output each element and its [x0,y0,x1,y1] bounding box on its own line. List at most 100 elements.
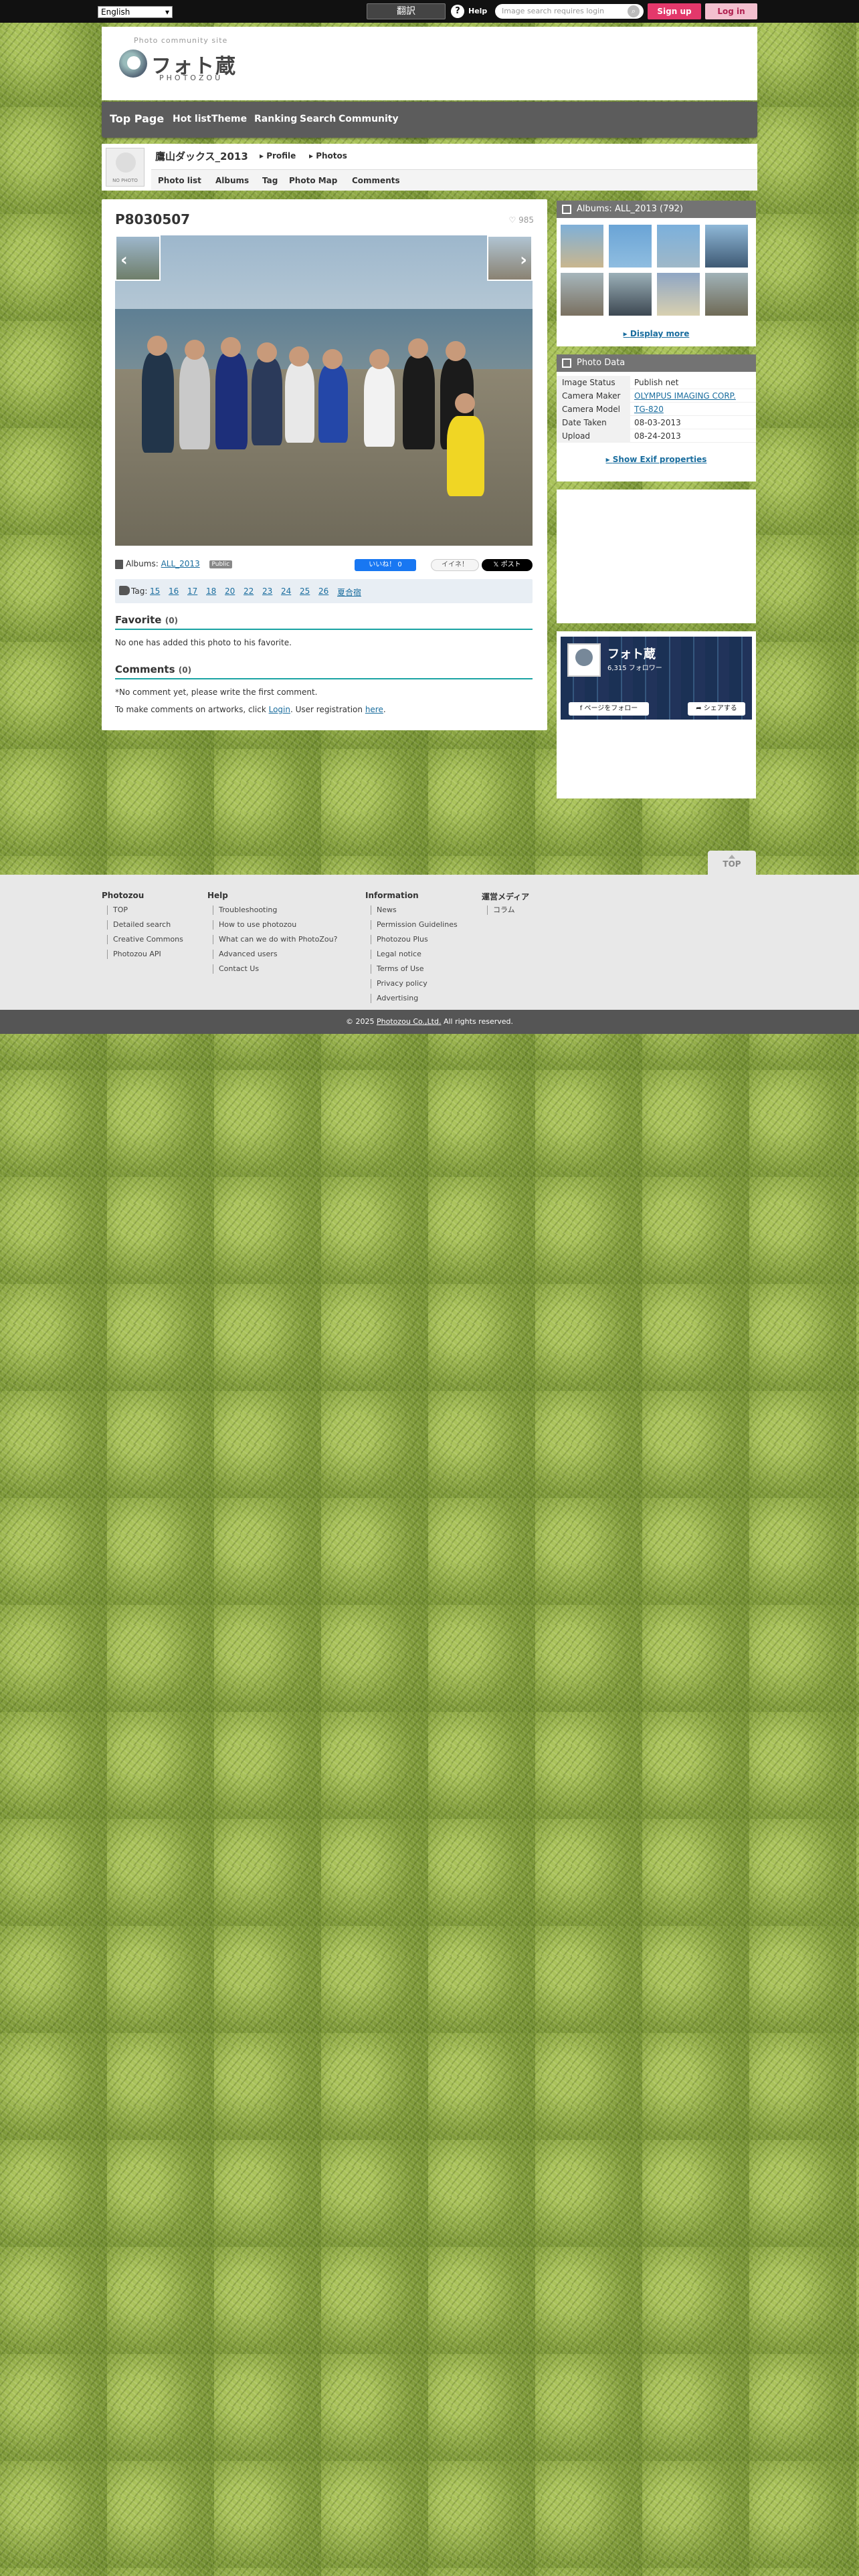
search-icon[interactable]: ⌕ [628,5,640,17]
nav-search[interactable]: Search [300,114,336,124]
photos-link[interactable]: ▸ Photos [309,151,347,160]
tag-link[interactable]: 16 [169,586,179,596]
next-arrow-icon[interactable]: › [520,250,527,270]
camera-model-link[interactable]: TG-820 [634,405,664,414]
footer-link[interactable]: Permission Guidelines [371,920,458,930]
facebook-like-button[interactable]: いいね！ 0 [355,559,416,571]
facebook-follow-label: ページをフォロー [584,705,638,712]
main-nav: Top Page Hot list Theme Ranking Search C… [102,102,757,138]
company-link[interactable]: Photozou Co.,Ltd. [377,1017,441,1026]
comments-count: (0) [178,665,192,675]
main-photo[interactable]: ‹ › [115,235,533,546]
tag-link[interactable]: 18 [206,586,216,596]
nav-theme[interactable]: Theme [211,114,247,124]
comments-login-link[interactable]: Login [269,705,290,714]
iine-button[interactable]: イイネ！ [431,559,479,571]
footer-link[interactable]: Troubleshooting [213,905,277,915]
tag-link[interactable]: 23 [262,586,272,596]
photo-data-row: Image Status Publish net [557,376,756,389]
album-link[interactable]: ALL_2013 [161,559,200,568]
camera-icon [562,358,571,368]
back-to-top-button[interactable]: TOP [708,851,756,875]
subnav-tag[interactable]: Tag [262,176,278,185]
nav-community[interactable]: Community [339,114,399,124]
footer-link[interactable]: News [371,905,397,915]
profile-bar: NO PHOTO 鷹山ダックス_2013 ▸ Profile ▸ Photos … [102,144,757,191]
nav-top-page[interactable]: Top Page [110,112,164,125]
footer-link[interactable]: Detailed search [107,920,171,930]
tag-link[interactable]: 20 [225,586,235,596]
album-thumbnail[interactable] [705,225,748,267]
help-link[interactable]: Help [468,7,487,15]
site-logo[interactable]: フォト蔵 PHOTOZOU [119,49,240,90]
tag-link[interactable]: 26 [318,586,328,596]
x-post-button[interactable]: 𝕏 ポスト [482,559,533,571]
photo-figure [252,358,282,445]
footer-link[interactable]: Privacy policy [371,979,427,988]
back-to-top-label: TOP [723,859,741,869]
album-thumbnail[interactable] [705,273,748,316]
facebook-follow-button[interactable]: f ページをフォロー [569,702,649,716]
tag-link[interactable]: 25 [300,586,310,596]
profile-link[interactable]: ▸ Profile [260,151,296,160]
album-thumbnail[interactable] [561,273,603,316]
album-thumbnail[interactable] [561,225,603,267]
tag-link[interactable]: 15 [150,586,160,596]
footer-link[interactable]: Advanced users [213,950,278,959]
photo-data-key: Camera Model [562,405,620,414]
tag-link[interactable]: 17 [187,586,197,596]
photo-data-row: Camera Model TG-820 [557,403,756,416]
albums-label: Albums: [126,559,159,568]
footer-link[interactable]: Creative Commons [107,935,183,944]
album-thumbnail[interactable] [657,273,700,316]
subnav-albums[interactable]: Albums [215,176,249,185]
footer-link[interactable]: TOP [107,905,128,915]
tag-link[interactable]: 夏合宿 [337,586,361,598]
footer-link[interactable]: Legal notice [371,950,421,959]
no-photo-label: NO PHOTO [112,178,138,183]
subnav-photo-map[interactable]: Photo Map [289,176,337,185]
album-thumbnail[interactable] [609,273,652,316]
registration-link[interactable]: here [365,705,383,714]
avatar[interactable]: NO PHOTO [106,148,145,187]
tag-link[interactable]: 24 [281,586,291,596]
share-icon: ➦ [696,705,702,712]
footer-link[interactable]: Contact Us [213,964,259,974]
album-thumbnail[interactable] [609,225,652,267]
facebook-page-widget[interactable]: フォト蔵 6,315 フォロワー f ページをフォロー ➦ シェアする [561,637,752,720]
album-thumbnail[interactable] [657,225,700,267]
photo-figure-head [322,349,343,369]
copyright-prefix: © 2025 [345,1017,377,1026]
footer-link[interactable]: What can we do with PhotoZou? [213,935,337,944]
subnav-comments[interactable]: Comments [352,176,400,185]
albums-box: Albums: ALL_2013 (792) ▸ Display more [557,201,756,346]
username[interactable]: 鷹山ダックス_2013 [155,149,248,163]
footer-link[interactable]: Advertising [371,994,418,1003]
signup-button[interactable]: Sign up [648,3,701,19]
help-icon[interactable]: ? [451,5,464,18]
photo-figure-head [408,338,428,358]
camera-maker-link[interactable]: OLYMPUS IMAGING CORP. [634,391,736,401]
translate-button[interactable]: 翻訳 [367,3,446,19]
show-exif-link[interactable]: ▸ Show Exif properties [557,455,756,464]
footer-link[interactable]: Photozou API [107,950,161,959]
footer-link[interactable]: Terms of Use [371,964,424,974]
search-input[interactable]: Image search requires login [495,4,644,19]
album-icon [562,205,571,214]
heart-icon: ♡ [508,215,516,225]
facebook-page-name[interactable]: フォト蔵 [607,645,656,662]
language-select[interactable]: English ▾ [98,6,173,18]
subnav-photo-list[interactable]: Photo list [158,176,201,185]
display-more-link[interactable]: ▸ Display more [557,329,756,338]
footer-link[interactable]: Photozou Plus [371,935,428,944]
footer-link[interactable]: How to use photozou [213,920,296,930]
nav-hot-list[interactable]: Hot list [173,114,211,124]
footer-link[interactable]: コラム [487,905,515,915]
login-button[interactable]: Log in [705,3,757,19]
facebook-share-button[interactable]: ➦ シェアする [688,702,745,716]
photo-data-row: Upload 08-24-2013 [557,429,756,443]
tag-label: Tag: [131,586,148,596]
tag-link[interactable]: 22 [244,586,254,596]
nav-ranking[interactable]: Ranking [254,114,297,124]
prev-arrow-icon[interactable]: ‹ [120,250,128,270]
